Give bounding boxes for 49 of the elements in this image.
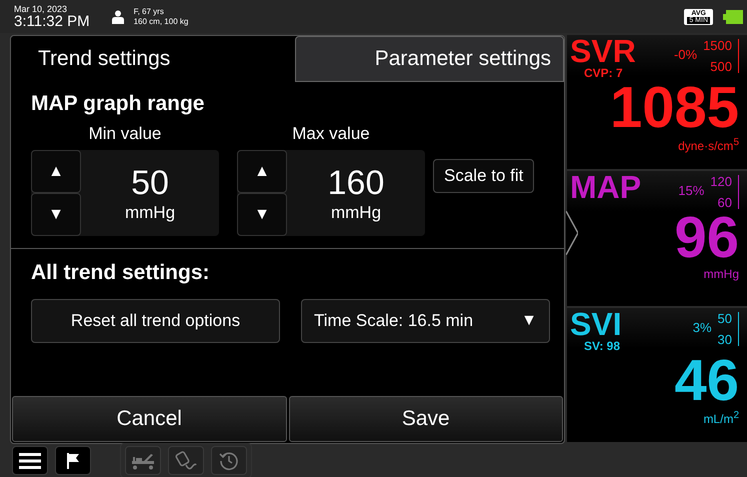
iv-bag-icon[interactable] xyxy=(168,446,204,475)
person-icon xyxy=(112,10,124,24)
increment-button[interactable]: ▲ xyxy=(31,150,81,193)
value-text: 160 xyxy=(328,164,384,202)
change-percent: -0% xyxy=(674,47,698,62)
unit-text: mmHg xyxy=(704,267,739,282)
patient-size-text: 160 cm, 100 kg xyxy=(134,16,188,26)
value-text: 50 xyxy=(131,164,169,202)
flag-icon[interactable] xyxy=(55,446,91,475)
target-range: 120 60 xyxy=(710,175,739,210)
tab[interactable]: Parameter settings xyxy=(294,36,564,82)
parameter-tile[interactable]: MAP 15% 120 60 96 mmHg xyxy=(567,171,747,308)
target-range: 50 30 xyxy=(718,312,739,346)
battery-icon xyxy=(723,10,743,24)
parameter-tile[interactable]: SVR CVP: 7 -0% 1500 500 1085 dyne·s/cm$^{5}$ xyxy=(567,35,747,172)
parameter-value: 46 xyxy=(674,352,739,410)
secondary-reading: CVP: 7 xyxy=(584,67,624,79)
time-text: 3:11:32 PM xyxy=(14,14,90,28)
scale-to-fit-button[interactable]: Scale to fit xyxy=(433,159,534,193)
parameter-tile[interactable]: SVI SV: 98 3% 50 30 46 mL/m$^{2}$ xyxy=(567,308,747,444)
unit-text: mmHg xyxy=(330,202,382,222)
field-label: Min value xyxy=(88,124,162,144)
unit-text: mL/m$^{2}$ xyxy=(703,410,739,426)
history-icon[interactable] xyxy=(211,446,247,475)
footer-button[interactable]: Cancel xyxy=(12,396,286,442)
parameter-name: MAP xyxy=(570,171,642,204)
target-range: 1500 500 xyxy=(703,39,739,73)
unit-text: mmHg xyxy=(124,202,176,222)
decrement-button[interactable]: ▼ xyxy=(237,193,287,236)
parameter-name: SVR xyxy=(570,35,636,67)
unit-text: dyne·s/cm$^{5}$ xyxy=(678,137,739,153)
parameter-value: 96 xyxy=(674,209,739,268)
change-percent: 15% xyxy=(678,183,704,198)
section-title: All trend settings: xyxy=(31,261,211,285)
change-percent: 3% xyxy=(692,320,712,335)
increment-button[interactable]: ▲ xyxy=(237,150,287,193)
date-text: Mar 10, 2023 xyxy=(14,4,68,14)
patient-age-text: F, 67 yrs xyxy=(134,7,165,16)
footer-button[interactable]: Save xyxy=(288,396,563,442)
parameter-name: SVI xyxy=(570,308,622,340)
time-scale-dropdown[interactable]: Time Scale: 16.5 min ▼ xyxy=(301,299,550,343)
section-title: MAP graph range xyxy=(31,92,206,116)
parameter-value: 1085 xyxy=(610,79,739,137)
decrement-button[interactable]: ▼ xyxy=(31,193,81,236)
field-label: Max value xyxy=(292,124,370,144)
menu-icon[interactable] xyxy=(12,446,48,475)
reset-button[interactable]: Reset all trend options xyxy=(31,299,280,343)
secondary-reading: SV: 98 xyxy=(584,340,622,352)
bed-icon[interactable] xyxy=(125,446,161,475)
